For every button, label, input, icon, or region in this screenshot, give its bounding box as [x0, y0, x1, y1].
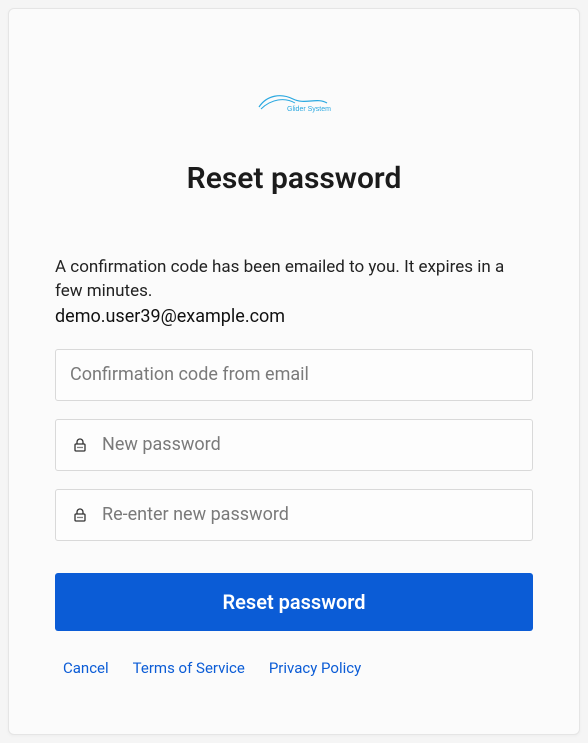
reenter-password-input[interactable]: [102, 504, 518, 525]
lock-icon: [70, 507, 90, 523]
reenter-password-field[interactable]: [55, 489, 533, 541]
footer-links: Cancel Terms of Service Privacy Policy: [55, 659, 533, 677]
new-password-input[interactable]: [102, 434, 518, 455]
terms-of-service-link[interactable]: Terms of Service: [133, 659, 245, 677]
confirmation-code-field[interactable]: [55, 349, 533, 401]
reset-password-button[interactable]: Reset password: [55, 573, 533, 631]
reset-password-card: Glider Systems Reset password A confirma…: [8, 8, 580, 735]
new-password-field[interactable]: [55, 419, 533, 471]
cancel-link[interactable]: Cancel: [63, 659, 109, 677]
page-title: Reset password: [55, 161, 533, 196]
confirmation-code-input[interactable]: [70, 364, 518, 385]
brand-logo: Glider Systems: [257, 89, 331, 117]
instruction-text: A confirmation code has been emailed to …: [55, 256, 533, 304]
brand-name-text: Glider Systems: [287, 106, 331, 113]
lock-icon: [70, 437, 90, 453]
logo-container: Glider Systems: [55, 89, 533, 117]
actions: Reset password: [55, 573, 533, 631]
privacy-policy-link[interactable]: Privacy Policy: [269, 659, 361, 677]
user-email: demo.user39@example.com: [55, 306, 533, 327]
